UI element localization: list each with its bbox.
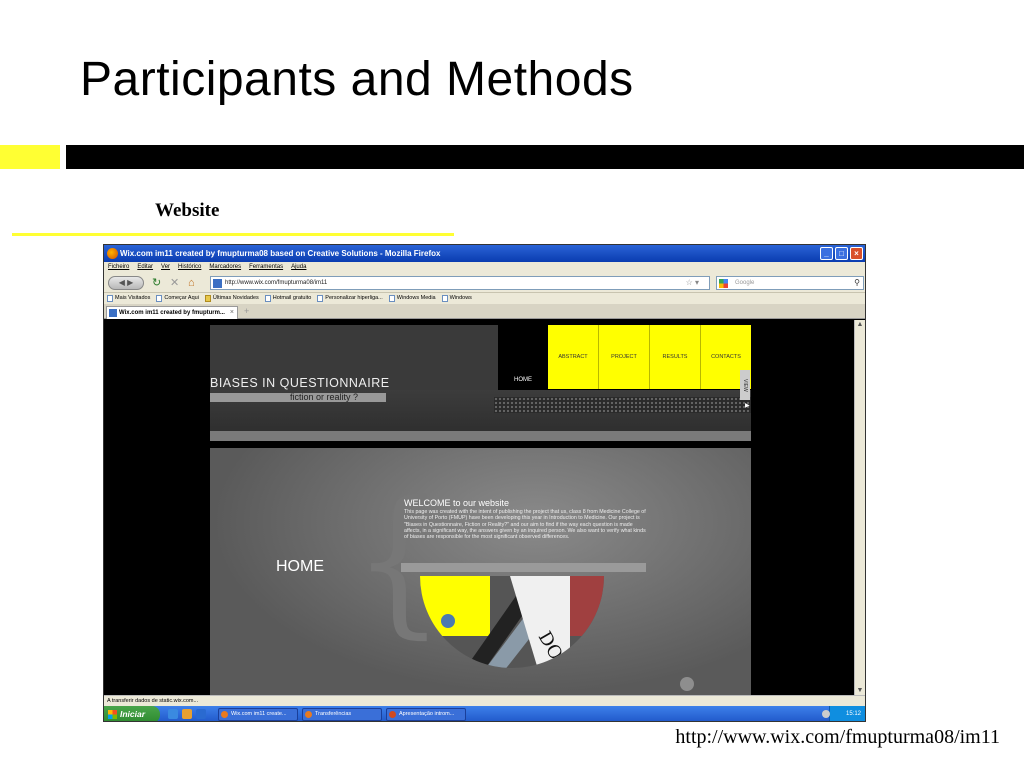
header-divider xyxy=(210,431,751,441)
firefox-icon xyxy=(107,248,118,259)
reload-icon[interactable]: ↻ xyxy=(152,276,161,290)
window-titlebar: Wix.com im11 created by fmupturma08 base… xyxy=(104,245,865,262)
bookmark-icon xyxy=(156,295,163,302)
bookmark-item[interactable]: Mais Visitados xyxy=(107,293,150,304)
site-nav-menu: ABSTRACT PROJECT RESULTS CONTACTS xyxy=(548,325,751,389)
search-input[interactable]: Google ⚲ xyxy=(716,276,864,290)
bookmark-item[interactable]: Últimas Novidades xyxy=(204,293,259,304)
slide-title: Participants and Methods xyxy=(80,53,634,106)
taskbar-item[interactable]: Apresentação introm... xyxy=(386,708,466,721)
search-icon[interactable]: ⚲ xyxy=(854,277,860,289)
welcome-paragraph: This page was created with the intent of… xyxy=(404,509,646,541)
menu-historico[interactable]: Histórico xyxy=(178,262,201,273)
google-icon xyxy=(719,279,728,288)
grey-bar xyxy=(401,563,646,572)
bookmark-item[interactable]: Hotmail gratuito xyxy=(264,293,311,304)
menu-ajuda[interactable]: Ajuda xyxy=(291,262,306,273)
nav-home-link[interactable]: HOME xyxy=(514,377,532,383)
firefox-icon xyxy=(305,711,312,718)
arrow-right-icon[interactable]: ▶ xyxy=(745,402,750,409)
menu-bar: Ficheiro Editar Ver Histórico Marcadores… xyxy=(104,262,865,273)
tray-icon[interactable] xyxy=(822,710,830,718)
navigation-toolbar: ◀ ▶ ↻ ✕ ⌂ http://www.wix.com/fmupturma08… xyxy=(104,273,865,293)
bookmark-item[interactable]: Windows Media xyxy=(388,293,436,304)
clock: 15:12 xyxy=(845,711,861,717)
menu-ver[interactable]: Ver xyxy=(161,262,170,273)
nav-abstract[interactable]: ABSTRACT xyxy=(548,325,599,389)
panel-home-heading: HOME xyxy=(276,558,324,575)
bookmark-item[interactable]: Windows xyxy=(441,293,472,304)
scroll-up-icon[interactable]: ▲ xyxy=(855,321,865,328)
minimize-button[interactable]: _ xyxy=(820,247,833,260)
quicklaunch-icon[interactable] xyxy=(196,709,206,719)
accent-bar-yellow xyxy=(0,145,60,169)
web-content: BIASES IN QUESTIONNAIRE fiction or reali… xyxy=(104,320,856,695)
slide-subtitle: Website xyxy=(155,200,220,221)
dotted-pattern xyxy=(494,397,751,413)
windows-taskbar: Iniciar Wix.com im11 create... Transferê… xyxy=(104,706,865,721)
taskbar-item[interactable]: Transferências xyxy=(302,708,382,721)
maximize-button[interactable]: □ xyxy=(835,247,848,260)
bookmark-icon xyxy=(317,295,324,302)
nav-results[interactable]: RESULTS xyxy=(650,325,701,389)
status-bar: A transferir dados de static.wix.com... xyxy=(104,695,865,706)
browser-tab[interactable]: Wix.com im11 created by fmupturm... × xyxy=(106,306,238,319)
system-tray: 15:12 xyxy=(822,706,865,721)
stop-icon[interactable]: ✕ xyxy=(170,276,179,290)
address-bar[interactable]: http://www.wix.com/fmupturma08/im11 ☆ ▾ xyxy=(210,276,710,290)
bookmark-icon xyxy=(441,295,448,302)
tab-label: Wix.com im11 created by fmupturm... xyxy=(119,310,225,316)
carousel-dot[interactable] xyxy=(680,677,694,691)
start-label: Iniciar xyxy=(120,709,146,719)
bookmarks-toolbar: Mais Visitados Começar Aqui Últimas Novi… xyxy=(104,293,865,304)
quicklaunch-icon[interactable] xyxy=(168,709,178,719)
back-forward-buttons[interactable]: ◀ ▶ xyxy=(108,276,144,290)
accent-bar-black xyxy=(66,145,1024,169)
bookmark-icon xyxy=(107,295,113,302)
subtitle-underline xyxy=(12,233,454,236)
url-caption[interactable]: http://www.wix.com/fmupturma08/im11 xyxy=(675,726,1000,749)
start-button[interactable]: Iniciar xyxy=(104,706,160,721)
new-tab-icon[interactable]: + xyxy=(244,306,249,316)
firefox-icon xyxy=(221,711,228,718)
quicklaunch-icon[interactable] xyxy=(182,709,192,719)
window-title: Wix.com im11 created by fmupturma08 base… xyxy=(120,249,441,258)
menu-editar[interactable]: Editar xyxy=(137,262,153,273)
bookmark-item[interactable]: Começar Aqui xyxy=(156,293,199,304)
menu-ficheiro[interactable]: Ficheiro xyxy=(108,262,129,273)
menu-marcadores[interactable]: Marcadores xyxy=(209,262,241,273)
welcome-heading: WELCOME to our website xyxy=(404,498,510,508)
site-favicon-icon xyxy=(109,309,117,317)
bookmark-icon xyxy=(264,295,271,302)
bookmark-item[interactable]: Personalizar hiperliga... xyxy=(317,293,383,304)
nav-project[interactable]: PROJECT xyxy=(599,325,650,389)
bookmark-star-icon[interactable]: ☆ ▾ xyxy=(686,277,699,289)
folder-icon xyxy=(204,295,211,302)
site-favicon-icon xyxy=(213,279,222,288)
vertical-scrollbar[interactable]: ▲ ▼ xyxy=(854,320,865,695)
powerpoint-icon xyxy=(389,711,396,718)
bookmark-icon xyxy=(388,295,395,302)
close-button[interactable]: × xyxy=(850,247,863,260)
collage-image: DO xyxy=(420,576,604,668)
windows-logo-icon xyxy=(108,710,117,719)
address-text: http://www.wix.com/fmupturma08/im11 xyxy=(225,280,328,286)
side-view-tab[interactable]: VIEW xyxy=(740,370,750,400)
tab-bar: Wix.com im11 created by fmupturm... × + xyxy=(104,304,865,319)
tab-close-icon[interactable]: × xyxy=(230,307,234,319)
search-placeholder: Google xyxy=(735,280,755,286)
site-brand-title: BIASES IN QUESTIONNAIRE xyxy=(210,376,390,390)
taskbar-item[interactable]: Wix.com im11 create... xyxy=(218,708,298,721)
home-icon[interactable]: ⌂ xyxy=(188,276,195,290)
scroll-down-icon[interactable]: ▼ xyxy=(855,687,865,694)
browser-screenshot: Wix.com im11 created by fmupturma08 base… xyxy=(103,244,866,722)
site-brand-subtitle: fiction or reality ? xyxy=(290,392,359,402)
menu-ferramentas[interactable]: Ferramentas xyxy=(249,262,283,273)
